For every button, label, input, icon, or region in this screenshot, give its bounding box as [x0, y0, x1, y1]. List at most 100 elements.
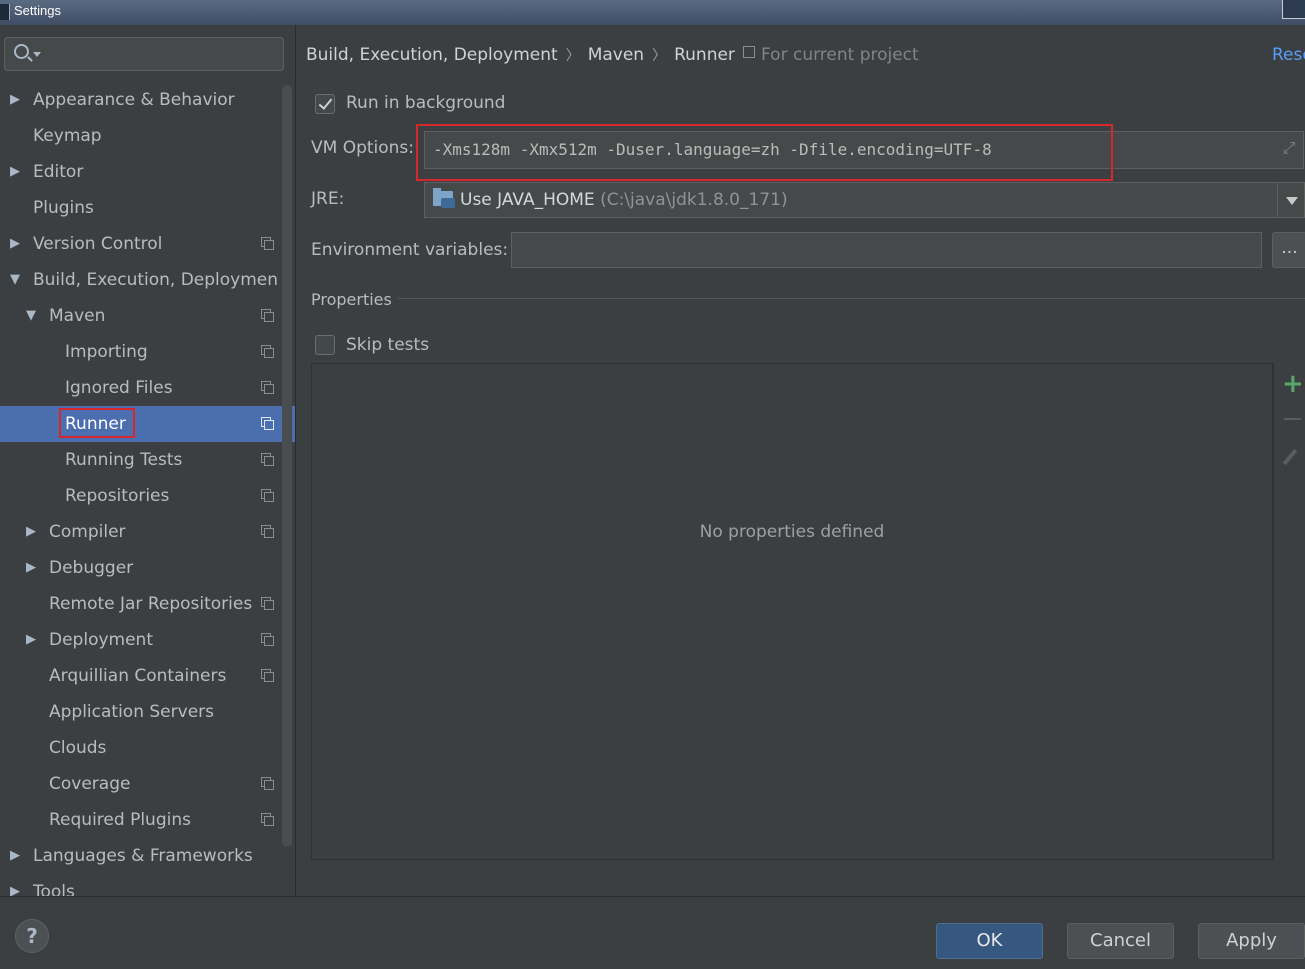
project-scope-icon	[261, 489, 274, 502]
project-scope-icon	[261, 309, 274, 322]
sidebar-item-label: Plugins	[33, 198, 94, 218]
chevron-right-icon	[40, 478, 54, 514]
sidebar-item-coverage[interactable]: Coverage	[0, 766, 295, 802]
empty-state-text: No properties defined	[699, 522, 885, 542]
sidebar-item-running-tests[interactable]: Running Tests	[0, 442, 295, 478]
title-bar: Settings	[0, 0, 1305, 25]
sidebar-item-plugins[interactable]: Plugins	[0, 190, 295, 226]
sidebar-item-label: Version Control	[33, 234, 163, 254]
sidebar-item-label: Ignored Files	[65, 378, 173, 398]
folder-icon	[433, 188, 455, 208]
ok-button[interactable]: OK	[936, 923, 1043, 959]
jre-dropdown[interactable]: Use JAVA_HOME (C:\java\jdk1.8.0_171)	[424, 182, 1305, 218]
breadcrumb: Build, Execution, Deployment 〉 Maven 〉 Runne…	[306, 45, 735, 65]
search-icon[interactable]	[14, 44, 29, 59]
chevron-down-icon[interactable]	[1277, 183, 1305, 217]
environment-variables-browse-button[interactable]: ...	[1272, 232, 1305, 268]
sidebar-item-required-plugins[interactable]: Required Plugins	[0, 802, 295, 838]
sidebar-item-keymap[interactable]: Keymap	[0, 118, 295, 154]
search-dropdown-icon[interactable]	[33, 52, 41, 57]
project-scope-icon	[261, 813, 274, 826]
chevron-right-icon[interactable]: ▶	[24, 514, 38, 550]
sidebar-item-importing[interactable]: Importing	[0, 334, 295, 370]
sidebar-item-label: Importing	[65, 342, 148, 362]
app-icon	[0, 4, 10, 20]
sidebar-item-appearance-behavior[interactable]: ▶ Appearance & Behavior	[0, 82, 295, 118]
chevron-right-icon	[24, 802, 38, 838]
project-scope-icon	[261, 237, 274, 250]
scope-indicator: For current project	[743, 45, 919, 65]
sidebar-item-label: Compiler	[49, 522, 126, 542]
expand-icon[interactable]: ⤢	[1279, 138, 1299, 158]
run-in-background-label[interactable]: Run in background	[346, 93, 505, 113]
sidebar-item-compiler[interactable]: ▶ Compiler	[0, 514, 295, 550]
settings-content: Build, Execution, Deployment 〉 Maven 〉 Runne…	[296, 25, 1305, 896]
chevron-right-icon	[24, 586, 38, 622]
chevron-right-icon	[24, 766, 38, 802]
window-close-button[interactable]	[1282, 0, 1305, 19]
edit-icon[interactable]	[1282, 448, 1298, 466]
sidebar-item-ignored-files[interactable]: Ignored Files	[0, 370, 295, 406]
sidebar-item-languages-frameworks[interactable]: ▶ Languages & Frameworks	[0, 838, 295, 874]
sidebar-item-build-execution-deploymen[interactable]: ▼ Build, Execution, Deploymen	[0, 262, 295, 298]
settings-tree: ▶ Appearance & Behavior Keymap ▶ Editor Plugi…	[0, 82, 295, 896]
help-button[interactable]: ?	[15, 919, 49, 953]
chevron-right-icon[interactable]: ▶	[8, 874, 22, 896]
chevron-right-icon	[24, 694, 38, 730]
chevron-right-icon	[8, 118, 22, 154]
chevron-right-icon[interactable]: ▶	[8, 82, 22, 118]
runner-highlight	[59, 408, 135, 438]
sidebar-item-label: Tools	[33, 882, 75, 896]
chevron-down-icon[interactable]: ▼	[24, 298, 38, 334]
sidebar-item-label: Arquillian Containers	[49, 666, 227, 686]
sidebar-item-deployment[interactable]: ▶ Deployment	[0, 622, 295, 658]
chevron-right-icon[interactable]: ▶	[24, 622, 38, 658]
sidebar-item-editor[interactable]: ▶ Editor	[0, 154, 295, 190]
environment-variables-field[interactable]	[511, 232, 1262, 268]
remove-icon[interactable]	[1284, 418, 1301, 420]
sidebar-item-label: Appearance & Behavior	[33, 90, 235, 110]
project-scope-icon	[261, 669, 274, 682]
chevron-right-icon[interactable]: ▶	[8, 226, 22, 262]
sidebar-item-maven[interactable]: ▼ Maven	[0, 298, 295, 334]
sidebar-item-application-servers[interactable]: Application Servers	[0, 694, 295, 730]
sidebar-item-repositories[interactable]: Repositories	[0, 478, 295, 514]
jre-selected: Use JAVA_HOME	[460, 190, 595, 210]
sidebar-item-tools[interactable]: ▶ Tools	[0, 874, 295, 896]
add-icon[interactable]: +	[1282, 371, 1304, 397]
project-scope-icon	[261, 633, 274, 646]
sidebar-item-label: Deployment	[49, 630, 153, 650]
sidebar-item-remote-jar-repositories[interactable]: Remote Jar Repositories	[0, 586, 295, 622]
chevron-right-icon[interactable]: ▶	[8, 838, 22, 874]
project-scope-icon	[261, 381, 274, 394]
sidebar-item-label: Keymap	[33, 126, 102, 146]
sidebar-item-debugger[interactable]: ▶ Debugger	[0, 550, 295, 586]
sidebar-item-label: Required Plugins	[49, 810, 191, 830]
properties-table[interactable]: No properties defined	[311, 363, 1273, 860]
sidebar-item-label: Clouds	[49, 738, 107, 758]
sidebar-scrollbar[interactable]	[282, 85, 292, 847]
chevron-right-icon	[40, 334, 54, 370]
skip-tests-label[interactable]: Skip tests	[346, 335, 429, 355]
chevron-right-icon[interactable]: ▶	[24, 550, 38, 586]
environment-variables-label: Environment variables:	[311, 240, 509, 260]
sidebar-item-runner[interactable]: Runner	[0, 406, 295, 442]
project-scope-icon	[261, 777, 274, 790]
cancel-button[interactable]: Cancel	[1067, 923, 1174, 959]
reset-link[interactable]: Rese	[1272, 45, 1305, 65]
run-in-background-checkbox[interactable]	[315, 94, 335, 114]
project-scope-icon	[261, 597, 274, 610]
settings-search-input[interactable]	[4, 37, 284, 71]
sidebar-item-clouds[interactable]: Clouds	[0, 730, 295, 766]
chevron-right-icon[interactable]: ▶	[8, 154, 22, 190]
skip-tests-checkbox[interactable]	[315, 335, 335, 355]
apply-button[interactable]: Apply	[1198, 923, 1305, 959]
jre-value: Use JAVA_HOME (C:\java\jdk1.8.0_171)	[460, 183, 788, 217]
sidebar-item-version-control[interactable]: ▶ Version Control	[0, 226, 295, 262]
chevron-down-icon[interactable]: ▼	[8, 262, 22, 298]
sidebar-item-label: Editor	[33, 162, 84, 182]
sidebar-item-label: Remote Jar Repositories	[49, 594, 253, 614]
breadcrumb-separator: 〉	[565, 48, 580, 64]
sidebar-item-arquillian-containers[interactable]: Arquillian Containers	[0, 658, 295, 694]
breadcrumb-separator: 〉	[652, 48, 667, 64]
